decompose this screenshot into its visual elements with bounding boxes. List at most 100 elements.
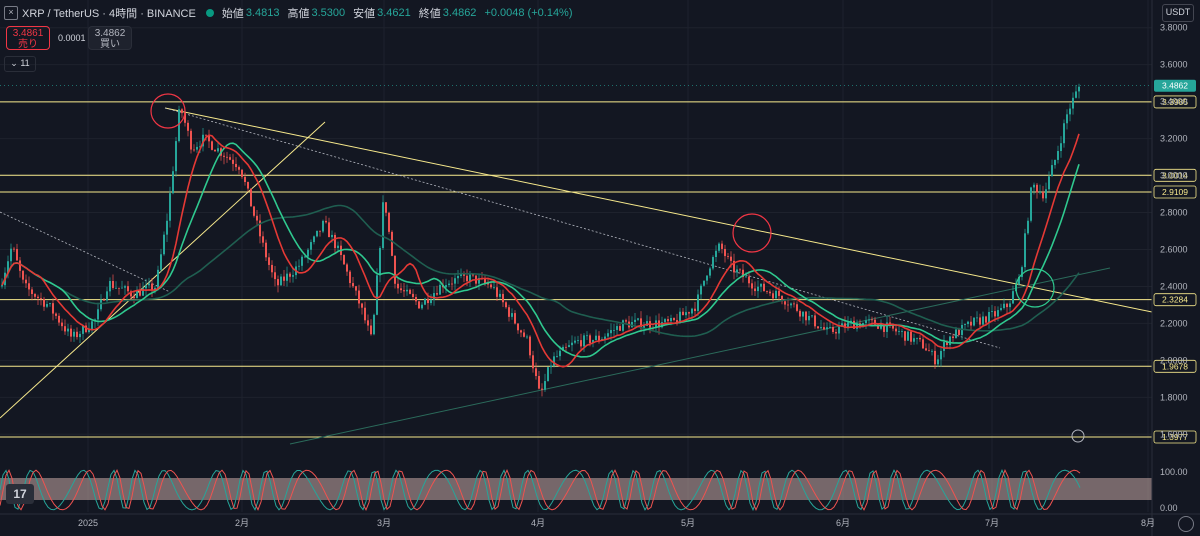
candle-body (532, 355, 534, 369)
candle-body (193, 149, 195, 151)
candle-body (430, 299, 432, 304)
candle-body (451, 283, 453, 285)
candle-body (715, 250, 717, 258)
candle-body (337, 245, 339, 249)
candle-body (838, 326, 840, 334)
x-tick-label: 4月 (531, 518, 545, 528)
candle-body (832, 327, 834, 332)
candle-body (217, 148, 219, 152)
candle-body (262, 236, 264, 243)
candle-body (1039, 191, 1041, 193)
candle-body (544, 381, 546, 390)
candle-body (403, 290, 405, 292)
candle-body (109, 280, 111, 292)
candle-body (910, 331, 912, 342)
candle-body (589, 335, 591, 344)
candle-body (919, 337, 921, 340)
buy-button[interactable]: 3.4862 買い (88, 26, 132, 50)
candle-body (535, 368, 537, 377)
candle-body (826, 327, 828, 330)
candle-body (13, 248, 15, 250)
high-label: 高値 (287, 8, 310, 20)
candle-body (976, 317, 978, 319)
candle-body (67, 328, 69, 332)
candle-body (808, 315, 810, 321)
candle-body (289, 273, 291, 277)
candle-body (505, 302, 507, 308)
candle-body (778, 290, 780, 296)
candle-body (1030, 187, 1032, 221)
candle-body (1078, 86, 1080, 92)
candle-body (58, 315, 60, 323)
y-tick-label: 2.4000 (1160, 281, 1188, 291)
candle-body (1072, 97, 1074, 109)
buy-price: 3.4862 (94, 28, 126, 39)
candle-body (37, 296, 39, 299)
price-chart[interactable]: 3.39853.00142.91092.32841.96781.39773.48… (0, 0, 1200, 536)
y-tick-label: 3.4000 (1160, 97, 1188, 107)
candle-body (376, 275, 378, 315)
candle-body (103, 299, 105, 301)
candle-body (406, 289, 408, 292)
candle-body (175, 141, 177, 172)
candle-body (235, 163, 237, 168)
candle-body (493, 287, 495, 289)
candle-body (100, 299, 102, 310)
candle-body (574, 340, 576, 343)
candle-body (682, 311, 684, 316)
symbol-title[interactable]: XRP / TetherUS · 4時間 · BINANCE (22, 5, 196, 21)
spread-value: 0.0001 (58, 33, 86, 43)
candle-body (748, 276, 750, 284)
settings-gear-icon[interactable] (1178, 516, 1194, 532)
currency-selector[interactable]: USDT (1162, 4, 1194, 22)
candle-body (709, 268, 711, 276)
candle-body (964, 324, 966, 325)
candle-body (307, 249, 309, 257)
collapse-icon[interactable]: × (4, 6, 18, 20)
candle-body (637, 318, 639, 320)
candle-body (160, 254, 162, 270)
candle-body (331, 234, 333, 238)
candle-body (511, 313, 513, 317)
candle-body (991, 311, 993, 313)
candle-body (1060, 143, 1062, 152)
candle-body (190, 130, 192, 150)
x-tick-label: 8月 (1141, 518, 1155, 528)
candle-body (469, 274, 471, 282)
candle-body (121, 287, 123, 289)
candle-body (943, 342, 945, 351)
candle-body (265, 242, 267, 258)
candle-body (982, 316, 984, 325)
candle-body (907, 331, 909, 341)
candle-body (364, 307, 366, 321)
x-tick-label: 2025 (78, 518, 98, 528)
candle-body (379, 248, 381, 276)
candle-body (580, 340, 582, 347)
candle-body (229, 157, 231, 160)
candle-body (586, 335, 588, 337)
candle-body (610, 330, 612, 334)
candle-body (448, 283, 450, 286)
candle-body (595, 335, 597, 341)
candle-body (922, 339, 924, 349)
candle-body (739, 269, 741, 271)
candle-body (802, 311, 804, 317)
candle-body (769, 291, 771, 294)
candle-body (28, 283, 30, 290)
candle-body (22, 270, 24, 280)
sell-button[interactable]: 3.4861 売り (6, 26, 50, 50)
y-tick-label: 2.0000 (1160, 355, 1188, 365)
market-status-icon (205, 9, 214, 17)
current-price-label: 3.4862 (1162, 81, 1188, 91)
candle-body (703, 280, 705, 286)
candle-body (685, 312, 687, 316)
sell-price: 3.4861 (12, 28, 44, 39)
candle-body (211, 141, 213, 150)
candle-body (985, 316, 987, 323)
candle-body (1024, 233, 1026, 268)
candle-body (322, 220, 324, 232)
high-value: 3.5300 (311, 7, 346, 19)
candle-body (244, 176, 246, 183)
indicators-toggle-button[interactable]: ⌄ 11 (4, 56, 36, 72)
y-tick-label: 3.0000 (1160, 171, 1188, 181)
